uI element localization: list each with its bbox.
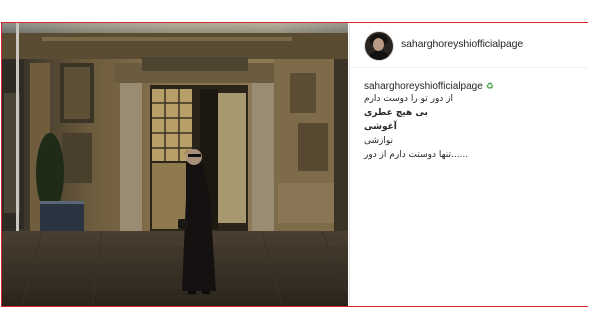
- avatar-body: [368, 51, 390, 60]
- avatar-face: [373, 38, 384, 51]
- avatar[interactable]: [364, 31, 394, 61]
- caption-line: از دور تو را دوست دارم: [364, 94, 454, 104]
- post-side-panel: saharghoreyshiofficialpage saharghoreysh…: [349, 23, 588, 306]
- recycle-icon: ♻: [485, 81, 494, 91]
- post-header: saharghoreyshiofficialpage: [350, 23, 588, 68]
- caption-username-link[interactable]: saharghoreyshiofficialpage: [364, 81, 483, 92]
- caption-line: آغوشی: [364, 122, 397, 132]
- photo-illustration: [2, 23, 348, 306]
- post-photo[interactable]: [2, 23, 348, 306]
- username-link[interactable]: saharghoreyshiofficialpage: [401, 38, 523, 50]
- caption-line: بی هیچ عطری: [364, 108, 428, 118]
- caption-line: نوازشی: [364, 136, 394, 146]
- post-caption: saharghoreyshiofficialpage ♻ از دور تو را…: [364, 81, 576, 162]
- caption-header: saharghoreyshiofficialpage ♻: [364, 81, 576, 92]
- caption-line: ......تنها دوستت دارم از دور: [364, 150, 469, 160]
